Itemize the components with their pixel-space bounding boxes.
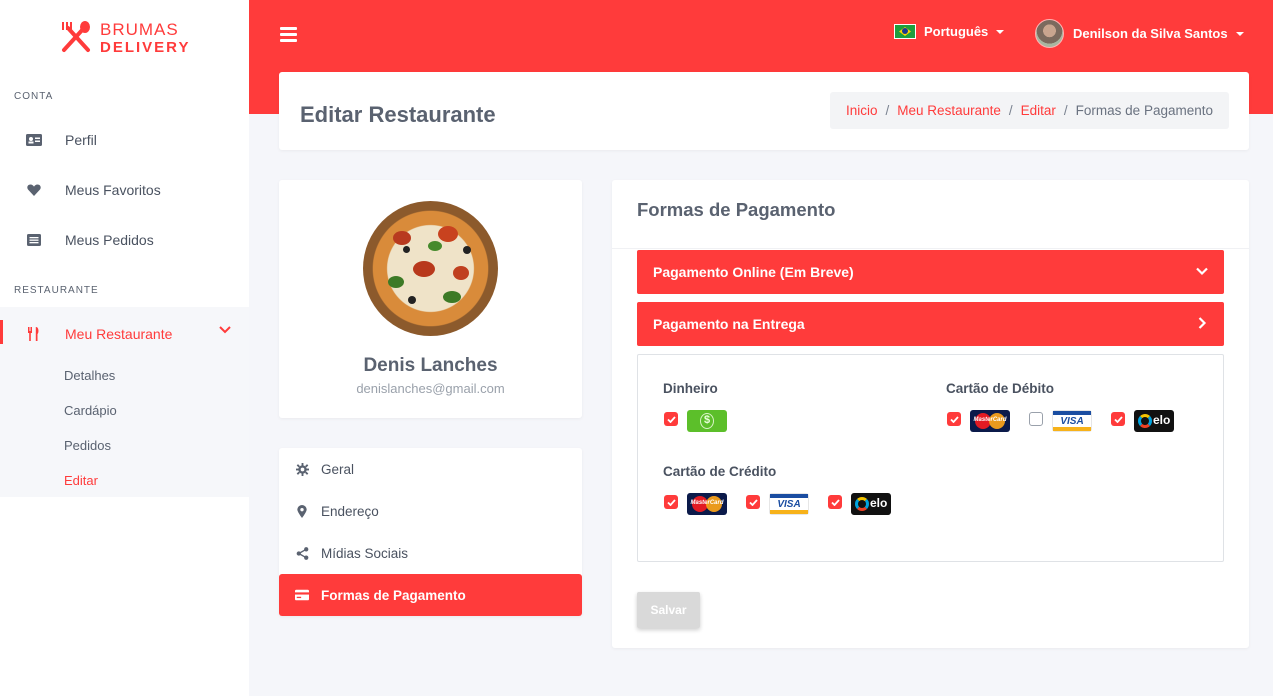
sidebar-item-favoritos[interactable]: Meus Favoritos bbox=[0, 165, 249, 215]
checkbox-credito-elo[interactable] bbox=[828, 495, 842, 509]
breadcrumb: Inicio / Meu Restaurante / Editar / Form… bbox=[830, 92, 1229, 129]
map-marker-icon bbox=[295, 504, 309, 518]
brand-subtitle: DELIVERY bbox=[100, 39, 191, 56]
menu-item-geral[interactable]: Geral bbox=[279, 448, 582, 490]
sidebar-subitem-detalhes[interactable]: Detalhes bbox=[64, 368, 115, 383]
share-icon bbox=[295, 546, 309, 560]
user-dropdown[interactable]: Denilson da Silva Santos bbox=[1035, 19, 1244, 48]
fork-spoon-icon bbox=[62, 21, 90, 52]
visa-icon: VISA bbox=[1052, 410, 1092, 432]
mastercard-icon: MasterCard bbox=[687, 493, 727, 515]
checkbox-debito-mastercard[interactable] bbox=[947, 412, 961, 426]
page-header: Editar Restaurante Inicio / Meu Restaura… bbox=[279, 72, 1249, 150]
checkbox-credito-visa[interactable] bbox=[746, 495, 760, 509]
sidebar-subitem-editar[interactable]: Editar bbox=[64, 473, 98, 488]
sidebar-item-perfil[interactable]: Perfil bbox=[0, 115, 249, 165]
breadcrumb-current: Formas de Pagamento bbox=[1075, 103, 1213, 118]
sidebar-item-label: Meu Restaurante bbox=[65, 326, 173, 342]
hamburger-menu-icon[interactable] bbox=[280, 27, 297, 42]
accordion-pagamento-online[interactable]: Pagamento Online (Em Breve) bbox=[637, 250, 1224, 294]
heart-icon bbox=[26, 182, 42, 198]
section-title: Formas de Pagamento bbox=[637, 199, 836, 220]
elo-icon: elo bbox=[851, 493, 891, 515]
restaurant-email: denislanches@gmail.com bbox=[356, 381, 505, 396]
utensils-icon bbox=[26, 326, 42, 342]
settings-menu: Geral Endereço Mídias Sociais Formas de … bbox=[279, 448, 582, 616]
accordion-label: Pagamento Online (Em Breve) bbox=[653, 264, 854, 280]
menu-item-label: Geral bbox=[321, 461, 355, 477]
sidebar: BRUMAS DELIVERY CONTA Perfil Meus Favori… bbox=[0, 0, 249, 696]
section-label-restaurante: RESTAURANTE bbox=[14, 285, 99, 296]
chevron-down-icon[interactable] bbox=[219, 326, 231, 334]
brand-logo[interactable]: BRUMAS DELIVERY bbox=[58, 20, 190, 56]
gear-icon bbox=[295, 462, 309, 476]
breadcrumb-link-meu-restaurante[interactable]: Meu Restaurante bbox=[897, 103, 1001, 118]
menu-item-label: Formas de Pagamento bbox=[321, 587, 466, 603]
checkbox-debito-visa[interactable] bbox=[1029, 412, 1043, 426]
sidebar-item-meu-restaurante[interactable]: Meu Restaurante bbox=[0, 309, 249, 359]
accordion-pagamento-entrega[interactable]: Pagamento na Entrega bbox=[637, 302, 1224, 346]
restaurant-name: Denis Lanches bbox=[363, 355, 498, 376]
cash-icon: $ bbox=[687, 410, 727, 432]
id-card-icon bbox=[26, 132, 42, 148]
mastercard-icon: MasterCard bbox=[970, 410, 1010, 432]
sidebar-subitem-cardapio[interactable]: Cardápio bbox=[64, 403, 117, 418]
section-label-conta: CONTA bbox=[14, 91, 54, 102]
chevron-right-icon bbox=[1198, 317, 1207, 329]
group-label-dinheiro: Dinheiro bbox=[663, 381, 718, 396]
sidebar-item-label: Meus Pedidos bbox=[65, 232, 154, 248]
restaurant-profile-card: Denis Lanches denislanches@gmail.com bbox=[279, 180, 582, 418]
elo-icon: elo bbox=[1134, 410, 1174, 432]
brazil-flag-icon bbox=[894, 24, 916, 39]
caret-down-icon bbox=[1235, 31, 1244, 36]
checkbox-credito-mastercard[interactable] bbox=[664, 495, 678, 509]
language-dropdown[interactable]: Português bbox=[894, 24, 1005, 39]
visa-icon: VISA bbox=[769, 493, 809, 515]
user-name: Denilson da Silva Santos bbox=[1073, 26, 1228, 41]
breadcrumb-link-inicio[interactable]: Inicio bbox=[846, 103, 878, 118]
accordion-body-entrega: Dinheiro $ Cartão de Débito MasterCard V… bbox=[637, 354, 1224, 562]
payment-methods-card: Formas de Pagamento Pagamento Online (Em… bbox=[612, 180, 1249, 648]
avatar bbox=[1035, 19, 1064, 48]
breadcrumb-link-editar[interactable]: Editar bbox=[1021, 103, 1056, 118]
menu-item-label: Mídias Sociais bbox=[321, 545, 409, 561]
menu-item-midias-sociais[interactable]: Mídias Sociais bbox=[279, 532, 582, 574]
chevron-down-icon bbox=[1196, 267, 1208, 276]
restaurant-photo bbox=[363, 201, 498, 336]
list-icon bbox=[26, 232, 42, 248]
sidebar-item-label: Perfil bbox=[65, 132, 97, 148]
menu-item-label: Endereço bbox=[321, 503, 379, 519]
credit-card-icon bbox=[295, 589, 309, 601]
menu-item-endereco[interactable]: Endereço bbox=[279, 490, 582, 532]
sidebar-subitem-pedidos[interactable]: Pedidos bbox=[64, 438, 111, 453]
save-button[interactable]: Salvar bbox=[637, 592, 700, 628]
group-label-debito: Cartão de Débito bbox=[946, 381, 1055, 396]
group-label-credito: Cartão de Crédito bbox=[663, 464, 777, 479]
accordion-label: Pagamento na Entrega bbox=[653, 316, 805, 332]
sidebar-item-label: Meus Favoritos bbox=[65, 182, 161, 198]
caret-down-icon bbox=[996, 29, 1005, 34]
menu-item-formas-pagamento[interactable]: Formas de Pagamento bbox=[279, 574, 582, 616]
brand-name: BRUMAS bbox=[100, 20, 179, 39]
checkbox-dinheiro[interactable] bbox=[664, 412, 678, 426]
language-label: Português bbox=[924, 24, 989, 39]
checkbox-debito-elo[interactable] bbox=[1111, 412, 1125, 426]
sidebar-item-pedidos[interactable]: Meus Pedidos bbox=[0, 215, 249, 265]
page-title: Editar Restaurante bbox=[300, 102, 496, 127]
